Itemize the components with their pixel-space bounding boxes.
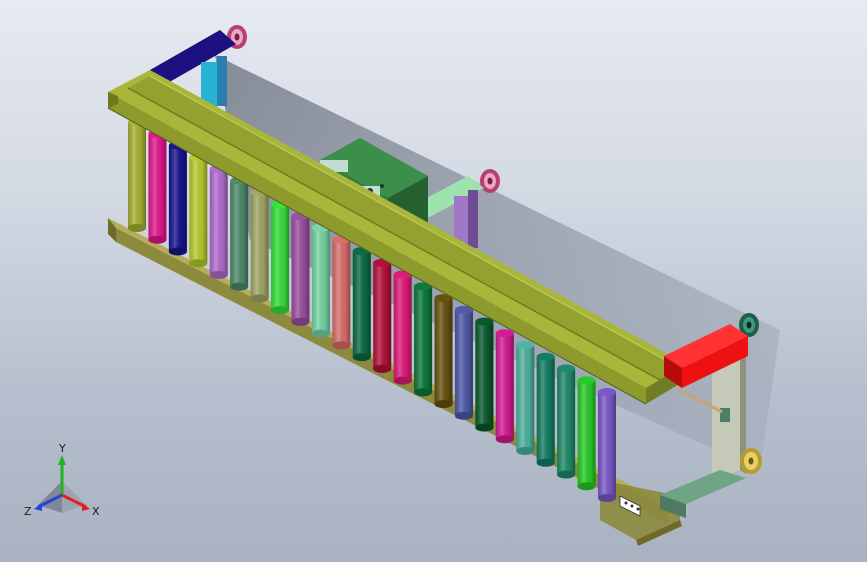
roller [230, 176, 249, 291]
roller [414, 282, 433, 397]
cad-viewport[interactable]: Y X Z [0, 0, 867, 562]
roller [209, 164, 228, 279]
roller [373, 258, 392, 373]
right-pulley-lower [740, 448, 762, 474]
roller [250, 188, 269, 303]
axis-triad: Y X Z [24, 442, 100, 518]
roller [291, 211, 310, 326]
y-axis-label: Y [58, 442, 66, 455]
roller [148, 129, 167, 244]
roller [393, 270, 412, 385]
roller [454, 305, 473, 420]
roller [332, 235, 351, 350]
roller [577, 376, 596, 491]
roller [536, 352, 555, 467]
roller [598, 388, 616, 502]
roller [271, 200, 290, 315]
roller [516, 341, 535, 456]
far-pulley-middle [480, 169, 500, 193]
roller [189, 153, 208, 268]
roller [128, 118, 146, 232]
roller [168, 141, 187, 256]
conveyor-model[interactable]: Y X Z [0, 0, 867, 562]
roller [434, 294, 453, 409]
roller [475, 317, 494, 432]
x-axis-label: X [92, 505, 100, 518]
roller [557, 364, 576, 479]
roller [311, 223, 330, 338]
roller [352, 247, 371, 362]
roller [495, 329, 514, 444]
z-axis-label: Z [24, 505, 32, 518]
